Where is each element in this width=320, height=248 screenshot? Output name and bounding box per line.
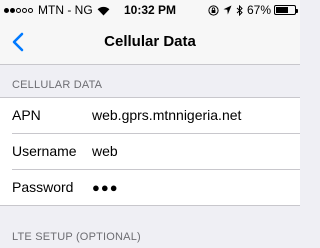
username-field[interactable]: web: [92, 143, 118, 159]
password-field[interactable]: ●●●: [92, 180, 119, 195]
password-row[interactable]: Password ●●●: [0, 170, 300, 206]
navigation-bar: Cellular Data: [0, 20, 300, 65]
battery-icon: [274, 5, 298, 15]
lock-rotation-icon: [208, 4, 219, 16]
apn-label: APN: [12, 107, 41, 123]
section-header-cellular-data: CELLULAR DATA: [12, 79, 103, 91]
username-label: Username: [12, 143, 77, 159]
page-title: Cellular Data: [104, 33, 196, 50]
status-bar-right: 67%: [208, 3, 298, 17]
location-icon: [223, 5, 232, 15]
apn-row[interactable]: APN web.gprs.mtnnigeria.net: [0, 98, 300, 134]
battery-fill: [276, 7, 288, 13]
cellular-data-group: APN web.gprs.mtnnigeria.net Username web…: [0, 97, 300, 206]
battery-percent: 67%: [246, 3, 271, 17]
apn-field[interactable]: web.gprs.mtnnigeria.net: [92, 107, 241, 123]
status-bar: MTN - NG 10:32 PM 67%: [0, 0, 300, 20]
bluetooth-icon: [236, 4, 243, 16]
password-label: Password: [12, 179, 74, 195]
section-header-lte-setup: LTE SETUP (OPTIONAL): [12, 231, 141, 243]
username-row[interactable]: Username web: [0, 134, 300, 170]
